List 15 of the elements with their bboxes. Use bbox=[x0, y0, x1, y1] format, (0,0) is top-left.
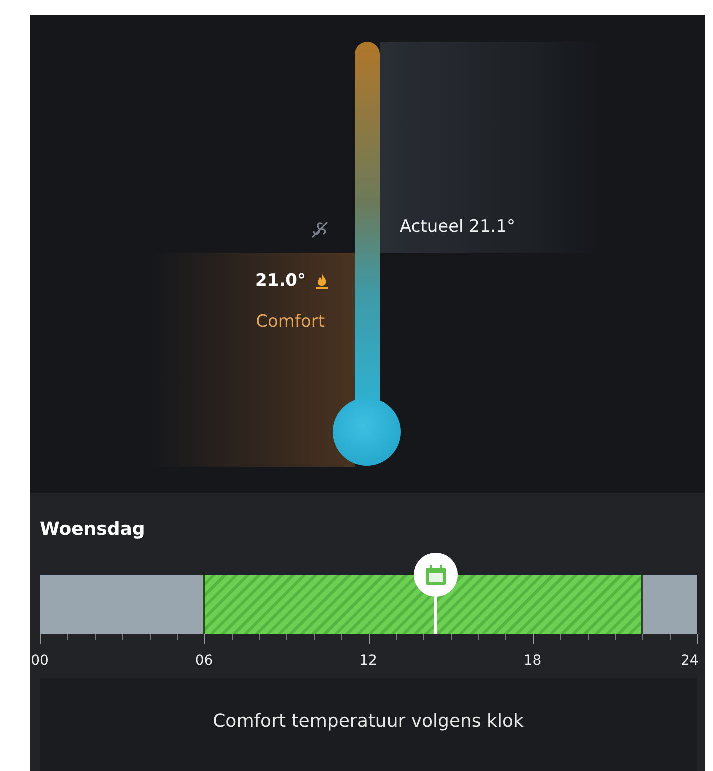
setpoint-temperature: 21.0° bbox=[256, 271, 306, 291]
time-marker-pin[interactable] bbox=[414, 553, 458, 597]
axis-label: 24 bbox=[680, 653, 699, 669]
calendar-icon bbox=[424, 564, 448, 586]
mode-label: Comfort bbox=[256, 312, 325, 332]
period-start-handle[interactable] bbox=[203, 575, 206, 634]
day-title: Woensdag bbox=[40, 519, 146, 540]
axis-label: 12 bbox=[360, 653, 378, 669]
fan-off-icon bbox=[310, 220, 330, 240]
period-end-handle[interactable] bbox=[641, 575, 644, 634]
axis-label: 00 bbox=[31, 653, 49, 669]
axis-label: 18 bbox=[524, 653, 542, 669]
axis-label: 06 bbox=[195, 653, 214, 669]
current-temperature: Actueel 21.1° bbox=[400, 217, 516, 237]
status-bar: Comfort temperatuur volgens klok bbox=[40, 678, 697, 771]
